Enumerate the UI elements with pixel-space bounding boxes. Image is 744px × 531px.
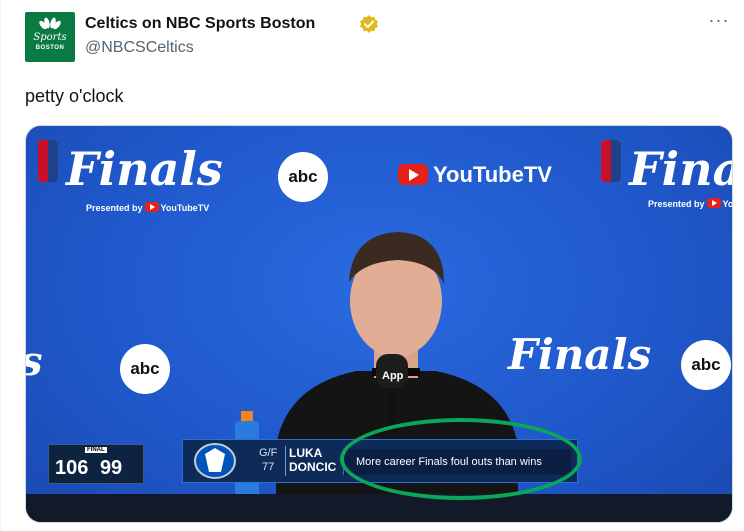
more-options-button[interactable]: ···	[707, 11, 731, 34]
highlight-oval	[340, 418, 582, 500]
tweet-media-image[interactable]: Finals Presented by YouTubeTV Finals Pres…	[25, 125, 733, 523]
player-first-name: LUKA	[289, 446, 323, 460]
avatar-sports-text: Sports	[33, 32, 67, 43]
player-position-number: G/F 77	[259, 446, 277, 474]
youtube-play-icon-right	[706, 198, 721, 208]
presented-by-text: Presented by	[86, 203, 143, 213]
youtubetv-logo-text: YouTubeTV	[433, 162, 552, 187]
author-handle[interactable]: @NBCSCeltics	[85, 39, 194, 57]
youtubetv-text: YouTubeTV	[160, 203, 210, 213]
avatar[interactable]: Sports BOSTON	[25, 12, 75, 62]
player-position: G/F	[259, 447, 278, 459]
presented-by-text-right: Presented by	[648, 199, 705, 209]
youtubetv-text-right: YouTubeTV	[722, 199, 733, 209]
finals-logo-text: Finals	[66, 142, 223, 196]
mic-app-label: App	[382, 370, 404, 382]
tweet-card: Sports BOSTON Celtics on NBC Sports Bost…	[0, 0, 744, 531]
tweet-text: petty o'clock	[25, 86, 124, 106]
nbc-peacock-icon	[39, 17, 61, 30]
score-status: FINAL	[85, 447, 107, 453]
player-last-name: DONCIC	[289, 460, 337, 474]
gold-verified-badge-icon[interactable]	[359, 14, 379, 34]
player-number: 77	[262, 461, 275, 473]
abc-logo: abc	[278, 152, 328, 202]
author-display-name[interactable]: Celtics on NBC Sports Boston	[85, 15, 315, 33]
nba-logo-icon-right	[601, 140, 621, 182]
score-values: 106 99	[55, 457, 122, 480]
player-name: LUKA DONCIC	[289, 446, 336, 474]
home-score: 99	[99, 457, 123, 479]
away-score: 106	[55, 457, 89, 479]
press-table	[26, 494, 732, 522]
abc-logo-left: abc	[120, 344, 170, 394]
youtube-play-icon-large	[398, 164, 428, 185]
youtubetv-logo: YouTubeTV	[396, 162, 552, 188]
abc-logo-right: abc	[681, 340, 731, 390]
nba-logo-icon	[38, 140, 58, 182]
score-bug: FINAL 106 99	[48, 444, 144, 484]
finals-logo-text-right: Finals	[629, 142, 732, 196]
mavericks-logo-icon	[194, 443, 236, 479]
finals-logo-text-mid-left: s	[26, 338, 43, 385]
presented-by-youtubetv: Presented by YouTubeTV	[86, 202, 209, 213]
presented-by-youtubetv-right: Presented by YouTubeTV	[648, 198, 733, 209]
youtube-play-icon	[144, 202, 159, 212]
lower-third-divider	[285, 446, 286, 476]
avatar-boston-text: BOSTON	[35, 45, 65, 51]
